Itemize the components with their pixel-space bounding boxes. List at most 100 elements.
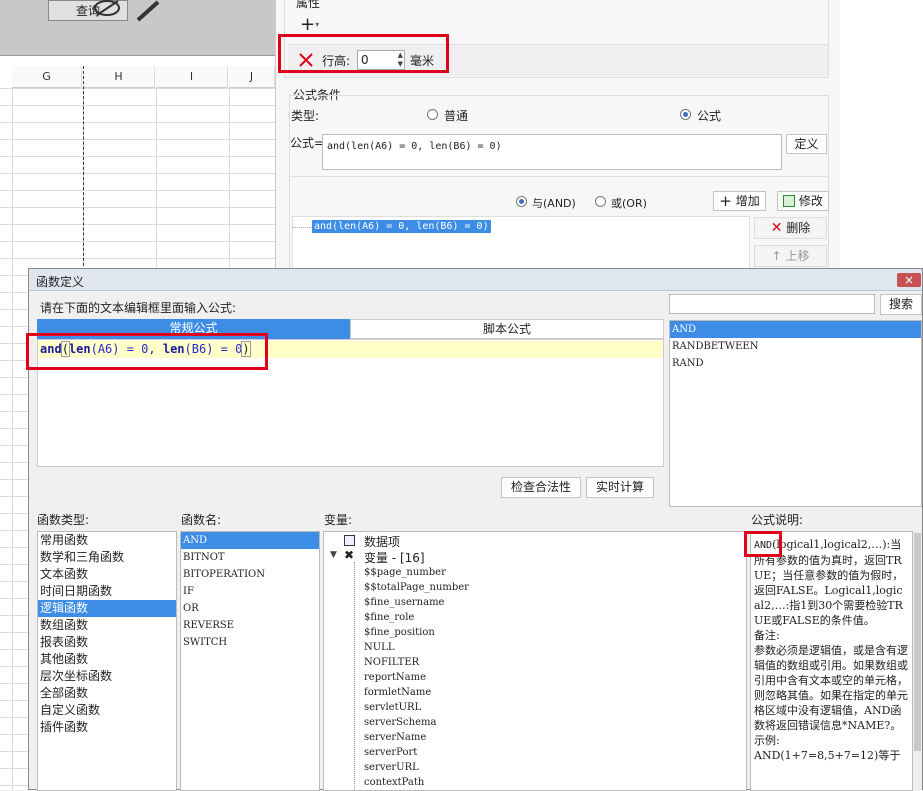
grid-row-line xyxy=(0,224,275,225)
delete-condition-button[interactable]: ✕ 删除 xyxy=(754,217,827,239)
column-header-i[interactable]: I xyxy=(156,66,228,88)
function-name-item[interactable]: REVERSE xyxy=(181,617,319,634)
variable-item[interactable]: servletURL xyxy=(364,700,469,715)
or-label: 或(OR) xyxy=(611,197,647,210)
type-normal-radio[interactable] xyxy=(427,109,438,120)
variable-item[interactable]: $$page_number xyxy=(364,565,469,580)
column-header-h[interactable]: H xyxy=(83,66,155,88)
variable-item[interactable]: reportName xyxy=(364,670,469,685)
variable-item[interactable]: $$totalPage_number xyxy=(364,580,469,595)
define-button[interactable]: 定义 xyxy=(786,134,827,154)
search-results-list[interactable]: AND RANDBETWEEN RAND xyxy=(669,320,922,507)
column-header-j[interactable]: J xyxy=(229,66,275,88)
move-up-label: 上移 xyxy=(785,249,810,263)
eye-icon[interactable] xyxy=(92,0,122,20)
add-condition-button[interactable]: + 增加 xyxy=(713,191,766,211)
modify-icon xyxy=(783,195,796,207)
dialog-titlebar[interactable]: 函数定义 × xyxy=(29,269,922,291)
grid-row-line xyxy=(0,207,275,208)
add-attribute-button[interactable]: +▾ xyxy=(300,16,328,36)
grid-row-line xyxy=(0,241,275,242)
column-header-g[interactable]: G xyxy=(12,66,82,88)
type-formula-label: 公式 xyxy=(697,109,722,123)
variable-item[interactable]: serverName xyxy=(364,730,469,745)
close-icon: ✕ xyxy=(770,220,783,236)
condition-list-item[interactable]: and(len(A6) = 0, len(B6) = 0) xyxy=(312,220,491,233)
close-button[interactable]: × xyxy=(897,273,921,287)
function-type-list[interactable]: 常用函数 数学和三角函数 文本函数 时间日期函数 逻辑函数 数组函数 报表函数 其他函数 层次坐… xyxy=(37,531,177,791)
check-validity-button[interactable]: 检查合法性 xyxy=(501,477,581,498)
realtime-calc-button[interactable]: 实时计算 xyxy=(586,477,654,498)
function-name-item[interactable]: OR xyxy=(181,600,319,617)
variable-item[interactable]: $fine_role xyxy=(364,610,469,625)
function-type-item[interactable]: 数组函数 xyxy=(38,617,176,634)
tree-line xyxy=(354,562,355,790)
function-name-item[interactable]: BITNOT xyxy=(181,549,319,566)
function-type-item[interactable]: 时间日期函数 xyxy=(38,583,176,600)
variable-item[interactable]: NULL xyxy=(364,640,469,655)
function-type-item[interactable]: 文本函数 xyxy=(38,566,176,583)
function-name-item[interactable]: SWITCH xyxy=(181,634,319,651)
function-name-item[interactable]: AND xyxy=(181,532,319,549)
variable-item[interactable]: serverPort xyxy=(364,745,469,760)
grid-row-line xyxy=(0,173,275,174)
formula-input[interactable]: and(len(A6) = 0, len(B6) = 0) xyxy=(322,134,782,170)
var-group-label[interactable]: 变量 - [16] xyxy=(364,549,425,566)
right-margin xyxy=(840,0,923,270)
grid-row-line xyxy=(0,190,275,191)
scrollbar-thumb[interactable] xyxy=(914,533,921,751)
search-result-item[interactable]: RAND xyxy=(670,355,921,372)
variable-item[interactable]: NOFILTER xyxy=(364,655,469,670)
variable-item[interactable]: formletName xyxy=(364,685,469,700)
function-type-item[interactable]: 报表函数 xyxy=(38,634,176,651)
function-name-item[interactable]: BITOPERATION xyxy=(181,566,319,583)
chevron-down-icon: ▾ xyxy=(315,20,320,29)
variable-item[interactable]: serverSchema xyxy=(364,715,469,730)
function-type-item[interactable]: 层次坐标函数 xyxy=(38,668,176,685)
function-type-item[interactable]: 插件函数 xyxy=(38,719,176,736)
move-up-button[interactable]: ↑ 上移 xyxy=(754,245,827,267)
function-type-item[interactable]: 数学和三角函数 xyxy=(38,549,176,566)
delete-label: 删除 xyxy=(786,221,811,235)
variable-item[interactable]: $fine_position xyxy=(364,625,469,640)
attribute-title: 属性 xyxy=(294,0,323,11)
function-type-item[interactable]: 全部函数 xyxy=(38,685,176,702)
tab-script-formula[interactable]: 脚本公式 xyxy=(350,319,664,339)
modify-label: 修改 xyxy=(798,194,823,208)
sheet-toolbar: 查询 xyxy=(0,0,275,56)
plus-icon: + xyxy=(719,192,732,210)
type-normal-label: 普通 xyxy=(444,109,469,123)
variable-group-icon: ✖ xyxy=(344,548,355,562)
search-result-item[interactable]: AND xyxy=(670,321,921,338)
pencil-icon[interactable] xyxy=(134,0,162,22)
variable-item[interactable]: contextPath xyxy=(364,775,469,790)
function-name-list[interactable]: AND BITNOT BITOPERATION IF OR REVERSE SWITCH xyxy=(180,531,320,791)
modify-condition-button[interactable]: 修改 xyxy=(777,191,829,211)
grid-row-line xyxy=(0,88,275,89)
function-type-item[interactable]: 其他函数 xyxy=(38,651,176,668)
search-result-item[interactable]: RANDBETWEEN xyxy=(670,338,921,355)
grid-column-line xyxy=(12,88,13,790)
variable-tree[interactable]: 数据项 ▼ ✖ 变量 - [16] $$page_number $$totalPa… xyxy=(323,531,747,791)
function-name-item[interactable]: IF xyxy=(181,583,319,600)
and-radio[interactable] xyxy=(516,196,527,207)
or-radio[interactable] xyxy=(595,196,606,207)
function-type-item[interactable]: 常用函数 xyxy=(38,532,176,549)
table-icon xyxy=(344,535,355,546)
function-search-input[interactable] xyxy=(669,294,875,314)
description-scrollbar[interactable] xyxy=(913,531,922,791)
description-label: 公式说明: xyxy=(751,513,804,527)
expand-chevron-icon[interactable]: ▼ xyxy=(330,550,337,560)
variable-item[interactable]: $fine_username xyxy=(364,595,469,610)
search-button[interactable]: 搜索 xyxy=(880,294,922,315)
highlight-box-row-height xyxy=(278,34,449,73)
function-type-item[interactable]: 自定义函数 xyxy=(38,702,176,719)
var-root-label[interactable]: 数据项 xyxy=(364,533,400,550)
tree-connector xyxy=(292,227,312,228)
variable-item[interactable]: serverURL xyxy=(364,760,469,775)
function-type-item[interactable]: 逻辑函数 xyxy=(38,600,176,617)
description-panel: AND(logical1,logical2,…):当所有参数的值为真时，返回TR… xyxy=(750,531,913,791)
grid-row-line xyxy=(0,105,275,106)
type-formula-radio[interactable] xyxy=(680,109,691,120)
function-type-label: 函数类型: xyxy=(37,513,90,527)
